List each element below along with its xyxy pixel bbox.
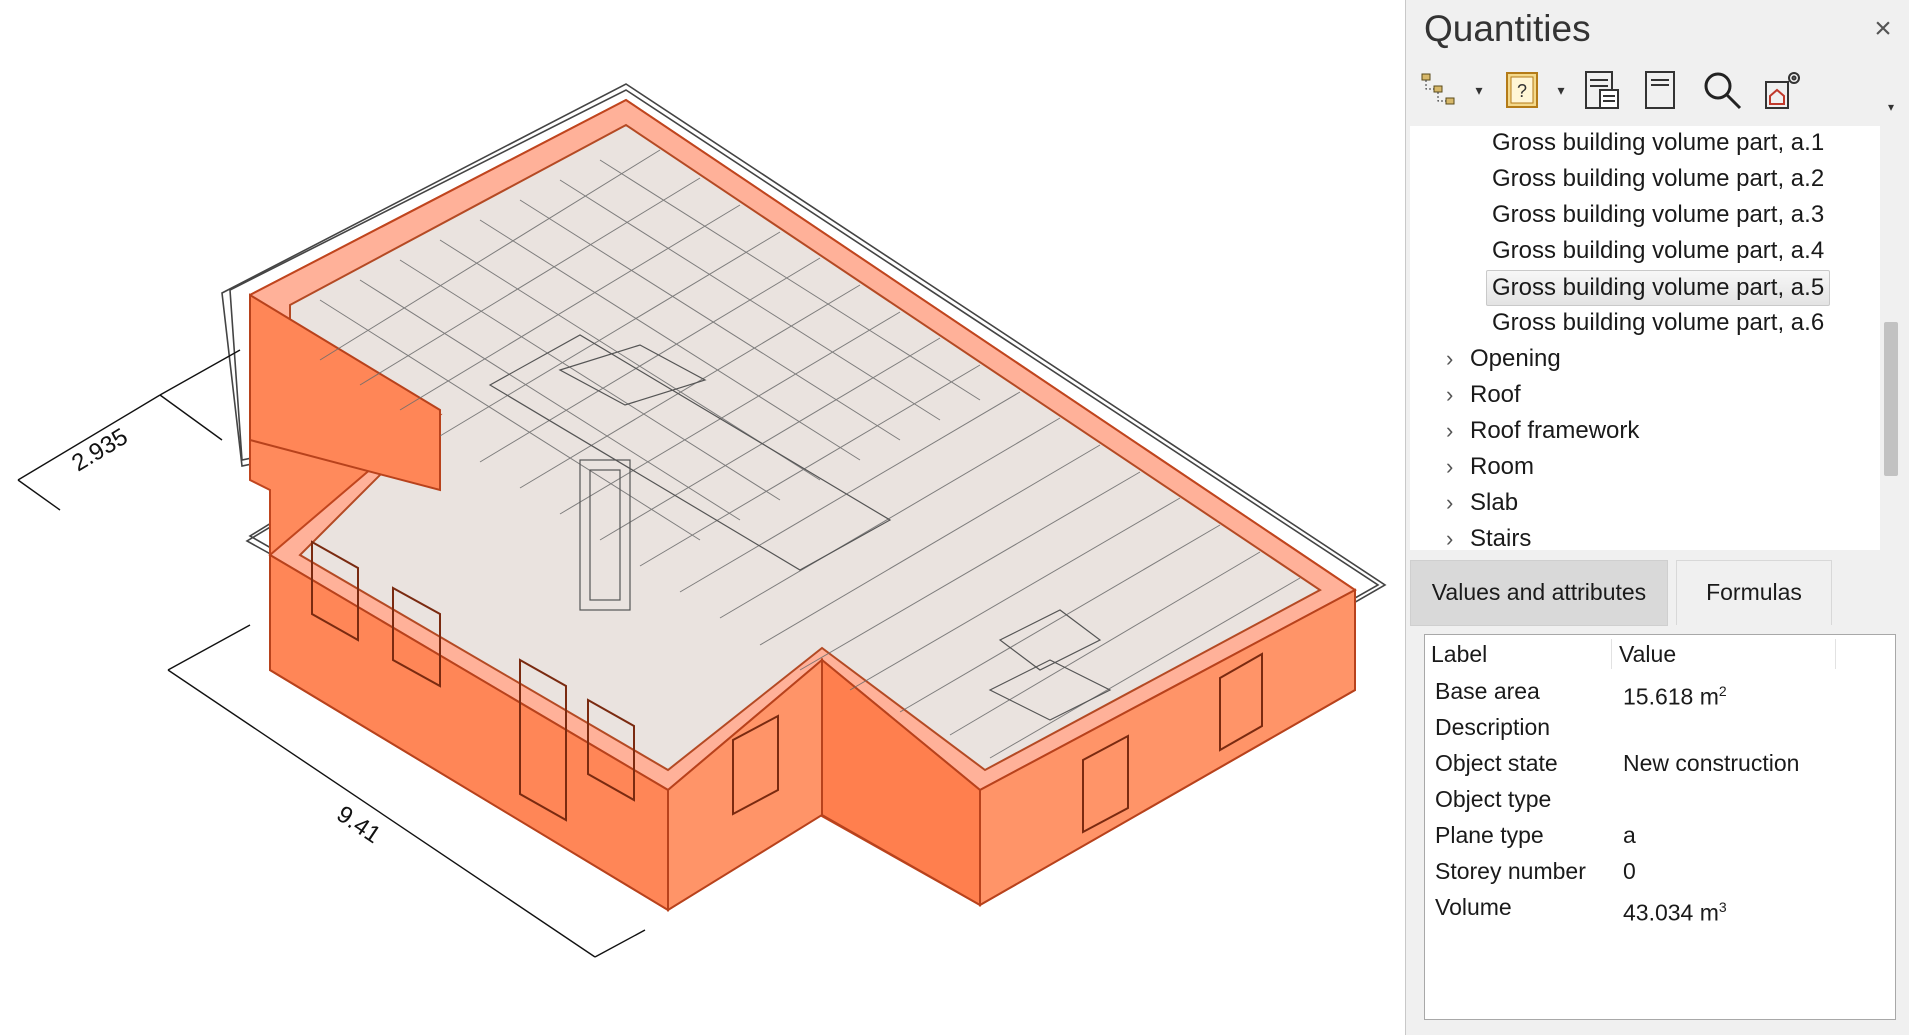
row-value: 0 — [1623, 858, 1636, 884]
row-value: a — [1623, 822, 1636, 848]
table-row[interactable]: Object type — [1425, 781, 1895, 817]
settings-house-icon — [1760, 68, 1804, 117]
search-icon — [1700, 68, 1744, 117]
report-page-button[interactable] — [1634, 66, 1686, 118]
tree-item-label: Gross building volume part, a.6 — [1492, 309, 1825, 336]
row-label: Base area — [1435, 678, 1540, 704]
tree-item-label: Gross building volume part, a.4 — [1492, 237, 1825, 264]
dimension-bottom-label: 9.41 — [332, 801, 386, 850]
toolbar: ▾ ? ▾ ▾ — [1406, 60, 1909, 126]
tree-item-label: Gross building volume part, a.2 — [1492, 165, 1825, 192]
panel-title: Quantities — [1424, 8, 1591, 49]
chevron-right-icon[interactable]: › — [1446, 486, 1470, 520]
tree-item[interactable]: Gross building volume part, a.2 — [1492, 162, 1824, 196]
row-value-text: 43.034 m — [1623, 899, 1719, 926]
help-dropdown-arrow[interactable]: ▾ — [1552, 82, 1570, 102]
detail-tabs: Values and attributes Formulas — [1410, 560, 1906, 626]
row-label: Object type — [1435, 786, 1552, 812]
row-label: Description — [1435, 714, 1551, 740]
tree-scroll-thumb[interactable] — [1884, 322, 1898, 476]
row-value: New construction — [1623, 750, 1800, 776]
tree-item-label: Gross building volume part, a.3 — [1492, 201, 1825, 228]
model-viewport[interactable]: 2.935 9.41 — [0, 0, 1405, 1035]
tree-item[interactable]: Gross building volume part, a.1 — [1492, 126, 1824, 160]
report-list-icon — [1580, 68, 1624, 117]
tree-group-slab[interactable]: › Slab — [1446, 486, 1518, 520]
help-button[interactable]: ? — [1496, 66, 1548, 118]
row-label: Plane type — [1435, 822, 1544, 848]
help-book-icon: ? — [1500, 68, 1544, 117]
tree-group-stairs[interactable]: › Stairs — [1446, 522, 1531, 550]
tree-item[interactable]: Gross building volume part, a.3 — [1492, 198, 1824, 232]
tree-item[interactable]: Gross building volume part, a.4 — [1492, 234, 1824, 268]
tab-values-and-attributes[interactable]: Values and attributes — [1410, 560, 1668, 626]
values-table: Label Value Base area 15.618 m2 Descripti… — [1424, 634, 1896, 1020]
table-row[interactable]: Object state New construction — [1425, 745, 1895, 781]
tree-structure-icon — [1418, 68, 1462, 117]
table-row[interactable]: Volume 43.034 m3 — [1425, 889, 1895, 926]
tree-group-label: Room — [1470, 453, 1535, 480]
column-header-value: Value — [1619, 641, 1677, 667]
tree-group-label: Roof — [1470, 381, 1521, 408]
tree-scrollbar[interactable] — [1880, 126, 1902, 550]
tree-group-label: Slab — [1470, 489, 1519, 516]
tree-group-opening[interactable]: › Opening — [1446, 342, 1561, 376]
report-list-button[interactable] — [1576, 66, 1628, 118]
row-label: Volume — [1435, 894, 1512, 920]
chevron-right-icon[interactable]: › — [1446, 450, 1470, 484]
tree-item-label: Gross building volume part, a.5 — [1486, 270, 1831, 306]
row-value-text: 15.618 m — [1623, 683, 1719, 710]
column-divider[interactable] — [1611, 639, 1612, 669]
tree-item[interactable]: Gross building volume part, a.6 — [1492, 306, 1824, 340]
tree-group-label: Opening — [1470, 345, 1561, 372]
tree-group-label: Stairs — [1470, 525, 1532, 550]
column-divider[interactable] — [1835, 639, 1836, 669]
quantities-panel: Quantities × ▾ ? ▾ ▾ Gross building volu… — [1405, 0, 1909, 1035]
chevron-right-icon[interactable]: › — [1446, 342, 1470, 376]
row-label: Storey number — [1435, 858, 1586, 884]
tree-group-roof[interactable]: › Roof — [1446, 378, 1521, 412]
table-row[interactable]: Description — [1425, 709, 1895, 745]
column-header-label: Label — [1431, 641, 1488, 667]
tree-group-roof-framework[interactable]: › Roof framework — [1446, 414, 1639, 448]
row-value: 43.034 m3 — [1623, 889, 1727, 931]
toolbar-overflow-arrow[interactable]: ▾ — [1882, 100, 1900, 120]
tab-formulas[interactable]: Formulas — [1676, 560, 1832, 625]
tree-group-room[interactable]: › Room — [1446, 450, 1534, 484]
report-page-icon — [1638, 68, 1682, 117]
table-row[interactable]: Base area 15.618 m2 — [1425, 673, 1895, 710]
tree-structure-button[interactable] — [1414, 66, 1466, 118]
unit-exponent: 3 — [1718, 899, 1727, 915]
chevron-right-icon[interactable]: › — [1446, 414, 1470, 448]
tree-item-selected[interactable]: Gross building volume part, a.5 — [1486, 270, 1831, 306]
svg-text:?: ? — [1517, 81, 1527, 101]
row-label: Object state — [1435, 750, 1558, 776]
tree-group-label: Roof framework — [1470, 417, 1640, 444]
close-button[interactable]: × — [1867, 14, 1899, 46]
settings-button[interactable] — [1756, 66, 1808, 118]
building-volume[interactable] — [249, 98, 1357, 912]
search-button[interactable] — [1696, 66, 1748, 118]
quantities-tree: Gross building volume part, a.1 Gross bu… — [1410, 126, 1880, 550]
chevron-right-icon[interactable]: › — [1446, 378, 1470, 412]
tree-dropdown-arrow[interactable]: ▾ — [1470, 82, 1488, 102]
chevron-right-icon[interactable]: › — [1446, 522, 1470, 550]
table-row[interactable]: Plane type a — [1425, 817, 1895, 853]
building-3d-view[interactable]: 2.935 9.41 — [0, 0, 1405, 1035]
table-row[interactable]: Storey number 0 — [1425, 853, 1895, 889]
unit-exponent: 2 — [1718, 683, 1727, 699]
tree-item-label: Gross building volume part, a.1 — [1492, 129, 1825, 156]
values-table-header: Label Value — [1425, 635, 1895, 673]
